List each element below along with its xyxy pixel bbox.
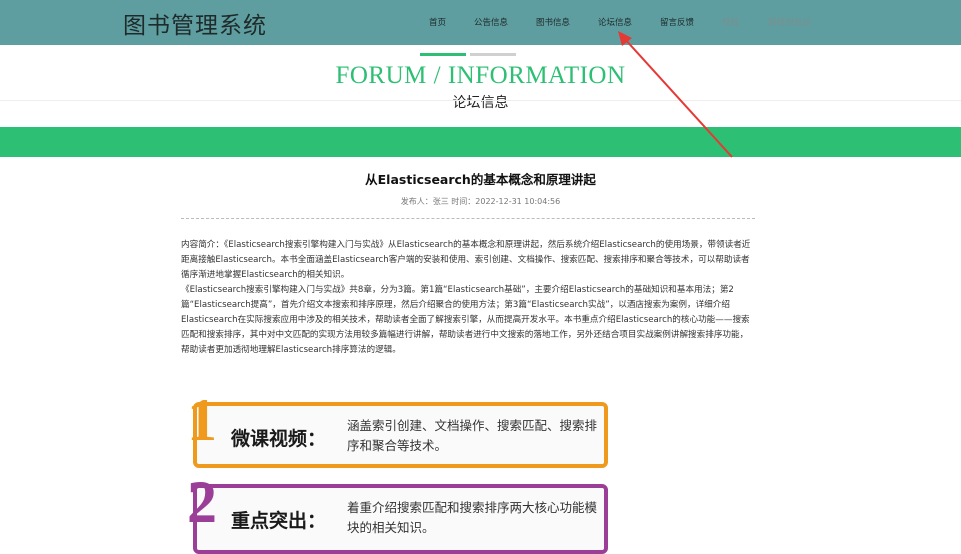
feature-card-highlight: 2 重点突出： 着重介绍搜索匹配和搜索排序两大核心功能模块的相关知识。: [187, 472, 608, 554]
card-label: 微课视频：: [231, 428, 327, 450]
nav-messages[interactable]: 留言反馈: [660, 16, 694, 28]
card-text: 涵盖索引创建、文档操作、搜索匹配、搜索排序和聚合等技术。: [347, 418, 598, 453]
feature-card-video: 1 微课视频： 涵盖索引创建、文档操作、搜索匹配、搜索排序和聚合等技术。: [187, 390, 608, 468]
card-text: 着重介绍搜索匹配和搜索排序两大核心功能模块的相关知识。: [347, 500, 598, 535]
divider: [0, 100, 961, 101]
card-label: 重点突出：: [231, 510, 327, 532]
article-meta: 发布人：张三 时间：2022-12-31 10:04:56: [400, 197, 561, 206]
nav-login[interactable]: 登陆: [722, 16, 739, 28]
nav-announcements[interactable]: 公告信息: [474, 16, 508, 28]
article-content: 内容简介：《Elasticsearch搜索引擎构建入门与实战》从Elastics…: [181, 238, 755, 358]
dashed-divider: [181, 218, 755, 219]
paragraph-body: 《Elasticsearch搜索引擎构建入门与实战》共8章，分为3篇。第1篇“E…: [181, 285, 750, 355]
section-title-en: FORUM / INFORMATION: [335, 62, 626, 89]
nav-home[interactable]: 首页: [429, 16, 446, 28]
nav-forum[interactable]: 论坛信息: [598, 16, 632, 28]
section-indicator-active: [420, 53, 466, 56]
green-banner: [0, 127, 961, 157]
main-nav: 首页 公告信息 图书信息 论坛信息 留言反馈 登陆 跳转到后台: [0, 0, 961, 45]
nav-books[interactable]: 图书信息: [536, 16, 570, 28]
nav-admin[interactable]: 跳转到后台: [768, 16, 811, 28]
section-indicator-inactive: [470, 53, 516, 56]
article-title: 从Elasticsearch的基本概念和原理讲起: [365, 172, 596, 187]
paragraph-intro: 内容简介：《Elasticsearch搜索引擎构建入门与实战》从Elastics…: [181, 240, 751, 280]
card-number: 2: [187, 469, 217, 535]
card-number: 1: [187, 387, 217, 453]
section-title-cn: 论坛信息: [452, 95, 509, 111]
